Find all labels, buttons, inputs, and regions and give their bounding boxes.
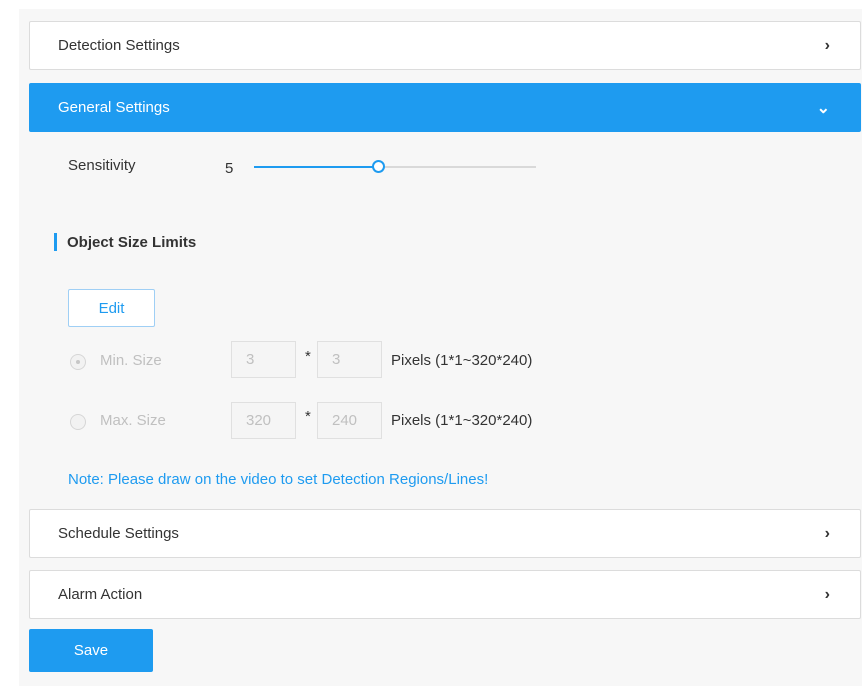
chevron-right-icon: › [824,524,830,542]
max-pixels-hint: Pixels (1*1~320*240) [391,412,533,429]
times-sign: * [305,408,311,425]
slider-fill [254,166,379,168]
chevron-right-icon: › [824,585,830,603]
general-settings-header[interactable]: General Settings ⌄ [29,83,861,132]
schedule-settings-title: Schedule Settings [58,525,179,542]
draw-note: Note: Please draw on the video to set De… [68,471,489,488]
max-height-input[interactable] [317,402,382,439]
min-size-radio[interactable] [70,354,86,370]
alarm-action-title: Alarm Action [58,586,143,603]
min-pixels-hint: Pixels (1*1~320*240) [391,352,533,369]
sensitivity-label: Sensitivity [68,157,136,174]
detection-settings-title: Detection Settings [58,37,180,54]
detection-settings-header[interactable]: Detection Settings › [29,21,861,70]
min-width-input[interactable] [231,341,296,378]
object-size-limits-title: Object Size Limits [67,234,197,251]
schedule-settings-header[interactable]: Schedule Settings › [29,509,861,558]
slider-thumb[interactable] [372,160,386,173]
section-accent-bar [54,233,57,251]
times-sign: * [305,348,311,365]
save-button[interactable]: Save [29,629,153,672]
min-size-label: Min. Size [100,352,162,369]
max-size-radio[interactable] [70,414,86,430]
chevron-down-icon: ⌄ [816,99,830,117]
chevron-right-icon: › [824,36,830,54]
sensitivity-value: 5 [225,160,234,177]
edit-button[interactable]: Edit [68,289,155,327]
sensitivity-slider[interactable] [254,160,536,173]
general-settings-title: General Settings [58,99,170,116]
alarm-action-header[interactable]: Alarm Action › [29,570,861,619]
max-width-input[interactable] [231,402,296,439]
min-height-input[interactable] [317,341,382,378]
max-size-label: Max. Size [100,412,166,429]
